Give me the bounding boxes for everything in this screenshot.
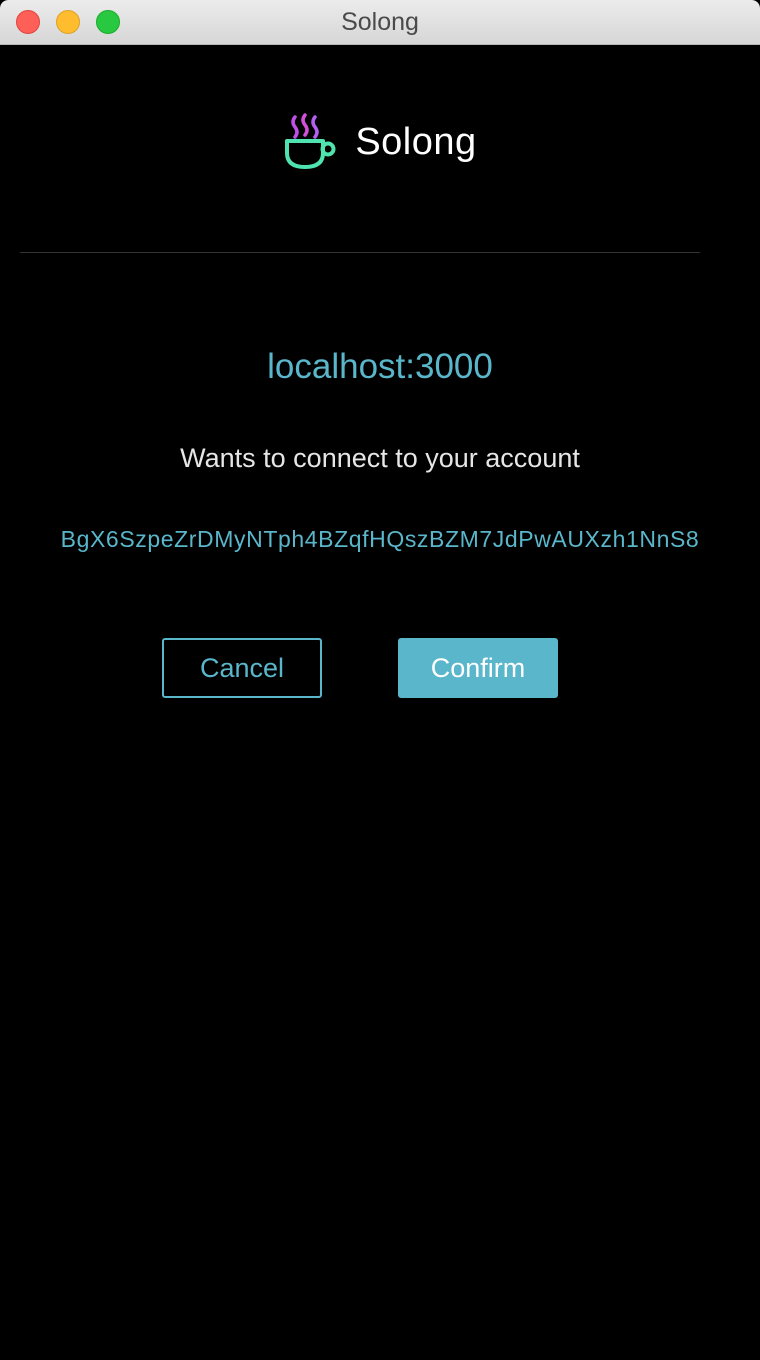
app-window: Solong Solong localhost:3000 Wants to co… bbox=[0, 0, 760, 1360]
requesting-origin: localhost:3000 bbox=[267, 347, 493, 386]
title-bar[interactable]: Solong bbox=[0, 0, 760, 45]
divider bbox=[20, 252, 700, 253]
brand-header: Solong bbox=[0, 113, 760, 171]
connect-request-panel: Solong localhost:3000 Wants to connect t… bbox=[0, 45, 760, 1360]
cancel-button[interactable]: Cancel bbox=[162, 638, 322, 698]
window-title: Solong bbox=[341, 8, 419, 36]
account-address: BgX6SzpeZrDMyNTph4BZqfHQszBZM7JdPwAUXzh1… bbox=[60, 526, 700, 552]
confirm-button[interactable]: Confirm bbox=[398, 638, 558, 698]
coffee-cup-icon bbox=[285, 113, 336, 169]
brand-name: Solong bbox=[355, 120, 477, 163]
connect-message: Wants to connect to your account bbox=[180, 443, 580, 473]
